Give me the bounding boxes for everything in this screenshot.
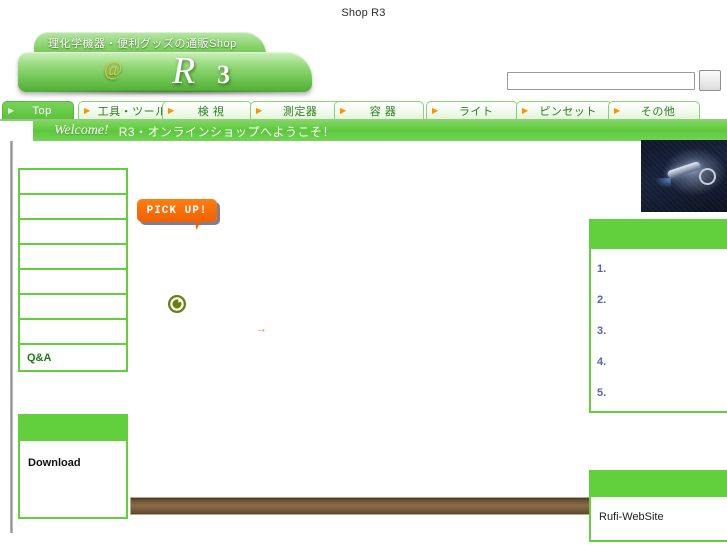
page-title: Shop R3 <box>341 7 386 19</box>
sidebar-item-1[interactable] <box>20 170 126 195</box>
nav-tab-arrow-icon: ▶ <box>340 105 347 115</box>
featured-product-image[interactable] <box>641 140 727 212</box>
ranking-panel-header <box>591 221 727 249</box>
sidebar-item-6[interactable] <box>20 295 126 320</box>
pickup-badge-label: PICK UP! <box>146 204 208 217</box>
ranking-item-4[interactable]: 4. <box>597 356 727 387</box>
nav-tab-3[interactable]: ▶ 検 視 <box>162 101 252 119</box>
pickup-badge-tail <box>196 220 202 230</box>
nav-tab-arrow-icon: ▶ <box>522 105 529 115</box>
ranking-item-1[interactable]: 1. <box>597 263 727 294</box>
circle-arrow-icon[interactable] <box>167 294 187 314</box>
welcome-message: R3・オンラインショップへようこそ！ <box>118 124 336 139</box>
nav-tab-arrow-icon: ▶ <box>256 105 263 115</box>
ranking-item-5[interactable]: 5. <box>597 387 727 418</box>
link-panel-header <box>591 472 727 497</box>
product-flashlight-body <box>666 160 702 180</box>
search-area <box>507 70 721 91</box>
left-rail-divider <box>10 141 13 533</box>
download-panel-header <box>20 416 126 441</box>
sidebar-item-7[interactable] <box>20 320 126 345</box>
product-keyring <box>697 166 718 187</box>
download-panel: Download <box>18 414 128 519</box>
ranking-panel: 1. 2. 3. 4. 5. <box>589 219 727 413</box>
nav-tab-label: Top <box>32 104 52 117</box>
rufi-website-link[interactable]: Rufi-WebSite <box>591 497 727 523</box>
search-submit-button[interactable] <box>699 70 721 91</box>
sidebar-item-8[interactable]: Q&A <box>20 345 126 370</box>
nav-tab-label: 測定器 <box>282 105 318 118</box>
nav-tab-6[interactable]: ▶ ライト <box>426 101 518 119</box>
sidebar-menu: Q&A <box>18 168 128 372</box>
nav-tab-7[interactable]: ▶ ピンセット <box>516 101 612 119</box>
logo-three-mark: 3 <box>217 60 230 89</box>
search-input[interactable] <box>507 71 695 90</box>
welcome-word: Welcome! <box>54 123 109 138</box>
nav-tab-label: その他 <box>640 105 676 118</box>
main-navigation: ▶ Top ▶ 工具・ツール ▶ 検 視 ▶ 測定器 ▶ 容 器 ▶ ライト ▶ ピンセット ▶ その他 <box>0 101 727 119</box>
nav-tab-1[interactable]: ▶ Top <box>2 101 74 119</box>
logo-r-mark: R <box>172 50 196 92</box>
ranking-list: 1. 2. 3. 4. 5. <box>591 249 727 418</box>
nav-tab-arrow-icon: ▶ <box>614 105 621 115</box>
sidebar-item-4[interactable] <box>20 245 126 270</box>
nav-tab-8[interactable]: ▶ その他 <box>608 101 700 119</box>
nav-tab-label: ピンセット <box>539 105 597 118</box>
sidebar-item-2[interactable] <box>20 195 126 220</box>
product-light-beam <box>655 178 671 188</box>
nav-tab-5[interactable]: ▶ 容 器 <box>334 101 424 119</box>
nav-tab-label: ライト <box>458 105 494 118</box>
sidebar-item-3[interactable] <box>20 220 126 245</box>
ranking-item-2[interactable]: 2. <box>597 294 727 325</box>
nav-tab-4[interactable]: ▶ 測定器 <box>250 101 342 119</box>
nav-tab-arrow-icon: ▶ <box>432 105 439 115</box>
more-arrow-icon[interactable]: → <box>256 324 267 335</box>
sidebar-item-5[interactable] <box>20 270 126 295</box>
logo-body-shape <box>18 52 312 92</box>
nav-tab-label: 検 視 <box>197 105 225 118</box>
logo-tagline-text: 理化学機器・便利グッズの通販Shop <box>48 38 237 50</box>
pickup-badge[interactable]: PICK UP! <box>137 199 217 222</box>
nav-tab-arrow-icon: ▶ <box>168 105 175 115</box>
ranking-item-3[interactable]: 3. <box>597 325 727 356</box>
nav-tab-label: 容 器 <box>369 105 397 118</box>
shelf-divider <box>130 497 590 515</box>
nav-tab-arrow-icon: ▶ <box>84 105 91 115</box>
link-panel: Rufi-WebSite <box>589 470 727 542</box>
site-logo[interactable]: 理化学機器・便利グッズの通販Shop @ R 3 <box>12 32 322 98</box>
welcome-banner: Welcome! R3・オンラインショップへようこそ！ <box>33 121 727 141</box>
logo-at-icon: @ <box>104 58 123 80</box>
nav-tab-arrow-icon: ▶ <box>8 105 15 115</box>
download-link[interactable]: Download <box>20 441 126 469</box>
logo-dropshadow <box>26 90 306 95</box>
